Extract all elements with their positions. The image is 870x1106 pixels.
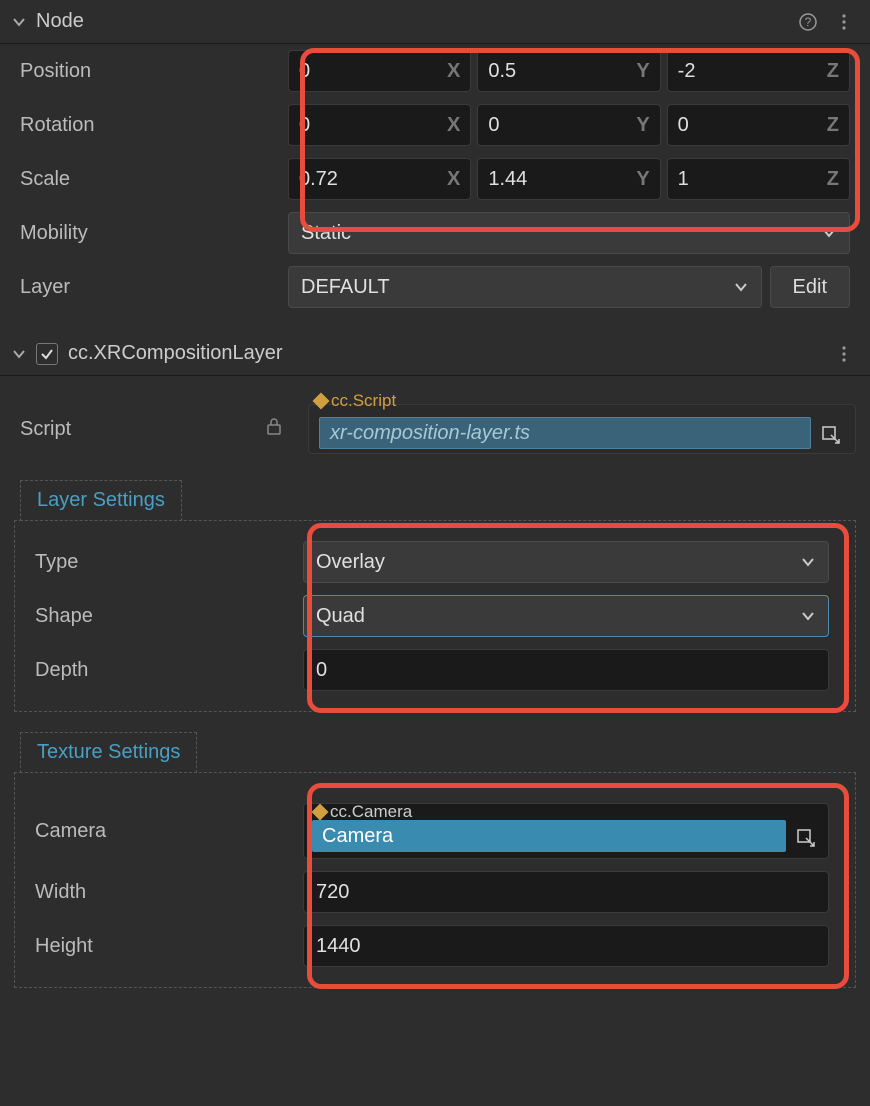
height-label: Height: [35, 935, 295, 958]
camera-label: Camera: [35, 820, 295, 843]
scale-row: Scale 0.72X 1.44Y 1Z: [0, 152, 870, 206]
scale-x-input[interactable]: 0.72X: [288, 158, 471, 200]
rotation-y-input[interactable]: 0Y: [477, 104, 660, 146]
position-y-input[interactable]: 0.5Y: [477, 50, 660, 92]
shape-select[interactable]: Quad: [303, 595, 829, 637]
width-input[interactable]: 720: [303, 871, 829, 913]
texture-settings-group: Camera cc.Camera Camera Width 720 Height…: [14, 772, 856, 988]
chevron-down-icon: [800, 608, 816, 624]
scale-y-input[interactable]: 1.44Y: [477, 158, 660, 200]
position-label: Position: [20, 60, 280, 83]
height-input[interactable]: 1440: [303, 925, 829, 967]
scale-z-input[interactable]: 1Z: [667, 158, 850, 200]
camera-reference[interactable]: cc.Camera Camera: [303, 803, 829, 859]
depth-input[interactable]: 0: [303, 649, 829, 691]
chevron-down-icon: [800, 554, 816, 570]
rotation-label: Rotation: [20, 114, 280, 137]
more-icon[interactable]: [830, 340, 858, 368]
width-label: Width: [35, 881, 295, 904]
shape-row: Shape Quad: [21, 589, 849, 643]
diamond-icon: [313, 393, 330, 410]
rotation-z-input[interactable]: 0Z: [667, 104, 850, 146]
script-file: xr-composition-layer.ts: [319, 417, 811, 449]
rotation-row: Rotation 0X 0Y 0Z: [0, 98, 870, 152]
camera-value: Camera: [312, 820, 786, 852]
layer-label: Layer: [20, 276, 280, 299]
scale-label: Scale: [20, 168, 280, 191]
mobility-row: Mobility Static: [0, 206, 870, 260]
camera-tag: cc.Camera: [314, 802, 412, 822]
component-title: cc.XRCompositionLayer: [68, 342, 822, 365]
shape-label: Shape: [35, 605, 295, 628]
script-tag: cc.Script: [315, 391, 396, 411]
height-row: Height 1440: [21, 919, 849, 973]
help-icon[interactable]: ?: [794, 8, 822, 36]
depth-row: Depth 0: [21, 643, 849, 697]
node-title: Node: [36, 10, 786, 33]
component-enable-checkbox[interactable]: [36, 343, 58, 365]
type-select[interactable]: Overlay: [303, 541, 829, 583]
depth-label: Depth: [35, 659, 295, 682]
rotation-x-input[interactable]: 0X: [288, 104, 471, 146]
script-row: Script cc.Script xr-composition-layer.ts: [0, 398, 870, 460]
chevron-down-icon: [821, 225, 837, 241]
pick-icon[interactable]: [792, 824, 820, 852]
mobility-label: Mobility: [20, 222, 280, 245]
component-header[interactable]: cc.XRCompositionLayer: [0, 332, 870, 376]
position-row: Position 0X 0.5Y -2Z: [0, 44, 870, 98]
lock-icon: [266, 417, 288, 441]
chevron-down-icon: [12, 15, 26, 29]
mobility-select[interactable]: Static: [288, 212, 850, 254]
texture-settings-tab[interactable]: Texture Settings: [20, 732, 197, 773]
type-row: Type Overlay: [21, 535, 849, 589]
width-row: Width 720: [21, 865, 849, 919]
script-label: Script: [20, 418, 258, 441]
camera-row: Camera cc.Camera Camera: [21, 797, 849, 865]
layer-settings-tab[interactable]: Layer Settings: [20, 480, 182, 521]
layer-select[interactable]: DEFAULT: [288, 266, 762, 308]
type-label: Type: [35, 551, 295, 574]
svg-text:?: ?: [805, 15, 812, 29]
diamond-icon: [312, 804, 329, 821]
pick-icon[interactable]: [817, 421, 845, 449]
layer-row: Layer DEFAULT Edit: [0, 260, 870, 314]
node-header[interactable]: Node ?: [0, 0, 870, 44]
more-icon[interactable]: [830, 8, 858, 36]
position-x-input[interactable]: 0X: [288, 50, 471, 92]
position-z-input[interactable]: -2Z: [667, 50, 850, 92]
script-reference[interactable]: cc.Script xr-composition-layer.ts: [308, 404, 856, 454]
chevron-down-icon: [733, 279, 749, 295]
chevron-down-icon: [12, 347, 26, 361]
layer-settings-group: Type Overlay Shape Quad Depth 0: [14, 520, 856, 712]
layer-edit-button[interactable]: Edit: [770, 266, 850, 308]
